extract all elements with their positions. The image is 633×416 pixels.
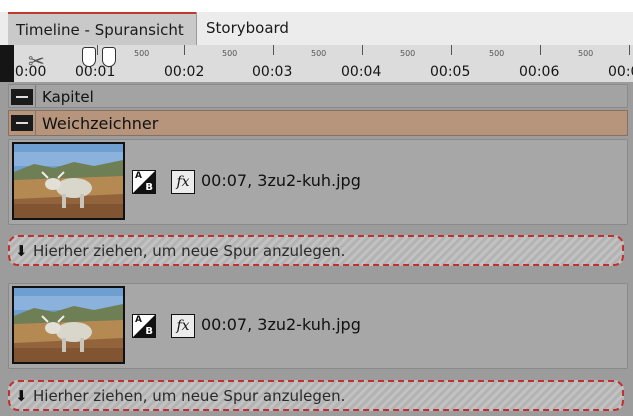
out-marker-handle[interactable] (102, 47, 116, 67)
collapse-icon[interactable] (11, 115, 33, 131)
tab-timeline-track-view[interactable]: Timeline - Spuransicht (8, 12, 196, 45)
arrow-down-icon: ⬇ (15, 387, 28, 405)
ruler-time-label: 00:05 (430, 64, 471, 80)
ruler-time-label: 00:06 (519, 64, 560, 80)
clip-thumbnail (12, 286, 125, 364)
ruler-tick (540, 45, 541, 55)
ruler-sub-label: 500 (134, 49, 150, 58)
drop-zone-new-track[interactable]: ⬇ Hierher ziehen, um neue Spur anzulegen… (8, 235, 624, 266)
ruler-sub-label: 500 (489, 49, 505, 58)
chapter-track-label: Kapitel (42, 88, 94, 106)
in-marker-handle[interactable] (82, 47, 96, 67)
ruler-time-label: 00:07 (608, 64, 633, 80)
track-divider (35, 111, 36, 135)
scissors-icon[interactable]: ✂ (28, 49, 45, 73)
ruler-tick (184, 45, 185, 55)
timeline-ruler[interactable]: 500 500 500 500 500 500 00:00 00:01 00:0… (0, 45, 633, 82)
ruler-tick (273, 45, 274, 55)
drop-zone-text: Hierher ziehen, um neue Spur anzulegen. (33, 242, 346, 260)
transition-a-label: A (135, 315, 142, 325)
ruler-time-label: 00:02 (164, 64, 205, 80)
clip-label: 00:07, 3zu2-kuh.jpg (201, 171, 361, 190)
effect-track-label: Weichzeichner (42, 114, 159, 133)
tab-divider (196, 12, 197, 45)
fx-icon[interactable]: fx (171, 170, 195, 194)
collapse-icon[interactable] (11, 89, 33, 105)
drop-zone-new-track[interactable]: ⬇ Hierher ziehen, um neue Spur anzulegen… (8, 380, 624, 411)
transition-ab-icon[interactable]: A B (132, 314, 156, 338)
chapter-track[interactable]: Kapitel (8, 84, 628, 108)
tab-storyboard[interactable]: Storyboard (198, 12, 308, 45)
ruler-sub-label: 500 (400, 49, 416, 58)
track-divider (35, 85, 36, 107)
tab-bar: Timeline - Spuransicht Storyboard (0, 12, 633, 45)
clip-label: 00:07, 3zu2-kuh.jpg (201, 315, 361, 334)
ruler-tick (97, 45, 98, 55)
transition-b-label: B (145, 182, 153, 193)
transition-ab-icon[interactable]: A B (132, 170, 156, 194)
ruler-tick (362, 45, 363, 55)
ruler-tick (451, 45, 452, 55)
ruler-sub-label: 500 (222, 49, 238, 58)
ruler-sub-label: 500 (578, 49, 594, 58)
transition-b-label: B (145, 326, 153, 337)
clip-thumbnail (12, 142, 125, 220)
drop-zone-text: Hierher ziehen, um neue Spur anzulegen. (33, 387, 346, 405)
ruler-time-label: 00:03 (252, 64, 293, 80)
fx-icon[interactable]: fx (171, 314, 195, 338)
image-clip[interactable]: A B fx 00:07, 3zu2-kuh.jpg (8, 139, 628, 225)
image-clip[interactable]: A B fx 00:07, 3zu2-kuh.jpg (8, 283, 628, 369)
arrow-down-icon: ⬇ (15, 242, 28, 260)
window-top-strip (0, 0, 633, 12)
transition-a-label: A (135, 171, 142, 181)
effect-track-blur[interactable]: Weichzeichner (8, 110, 628, 136)
ruler-time-label: 00:04 (341, 64, 382, 80)
ruler-tick (629, 45, 630, 55)
ruler-sub-label: 500 (311, 49, 327, 58)
